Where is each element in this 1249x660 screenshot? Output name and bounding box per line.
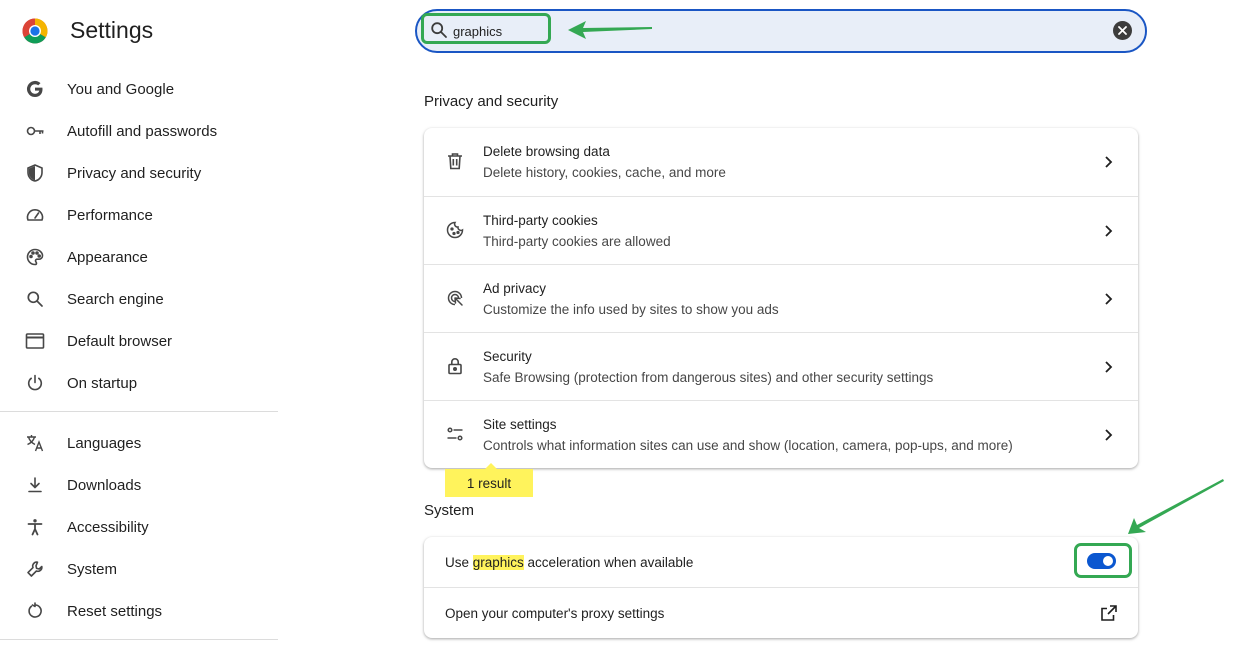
section-title-privacy: Privacy and security	[424, 93, 559, 110]
row-title: Delete browsing data	[483, 144, 610, 159]
system-card: Use graphics acceleration when available…	[424, 537, 1138, 638]
sidebar-item-downloads[interactable]: Downloads	[0, 464, 278, 506]
row-subtitle: Controls what information sites can use …	[483, 438, 1013, 453]
sidebar-item-label: Languages	[67, 434, 142, 452]
close-icon	[1118, 26, 1127, 35]
row-title: Site settings	[483, 417, 557, 432]
reset-icon	[24, 600, 46, 622]
sidebar-item-search-engine[interactable]: Search engine	[0, 278, 278, 320]
speedometer-icon	[24, 204, 46, 226]
sidebar-item-label: You and Google	[67, 80, 175, 98]
chevron-right-icon	[1105, 293, 1113, 305]
section-title-system: System	[424, 502, 475, 519]
graphics-acceleration-label: Use graphics acceleration when available	[445, 555, 693, 570]
sidebar-item-system[interactable]: System	[0, 548, 278, 590]
sidebar-item-autofill[interactable]: Autofill and passwords	[0, 110, 278, 152]
chevron-right-icon	[1105, 429, 1113, 441]
chevron-right-icon	[1105, 156, 1113, 168]
sidebar-item-label: Appearance	[67, 248, 148, 266]
row-ad-privacy[interactable]: Ad privacy Customize the info used by si…	[424, 264, 1138, 332]
sidebar-divider	[0, 411, 278, 412]
row-title: Third-party cookies	[483, 213, 598, 228]
row-title: Security	[483, 349, 532, 364]
trash-icon	[445, 151, 465, 171]
row-delete-browsing-data[interactable]: Delete browsing data Delete history, coo…	[424, 128, 1138, 196]
annotation-arrow	[1128, 479, 1224, 534]
chevron-right-icon	[1105, 361, 1113, 373]
external-link-icon[interactable]	[1100, 604, 1118, 622]
row-third-party-cookies[interactable]: Third-party cookies Third-party cookies …	[424, 196, 1138, 264]
row-security[interactable]: Security Safe Browsing (protection from …	[424, 332, 1138, 400]
sidebar-item-languages[interactable]: Languages	[0, 422, 278, 464]
privacy-card: Delete browsing data Delete history, coo…	[424, 128, 1138, 468]
proxy-settings-label: Open your computer's proxy settings	[445, 606, 665, 621]
search-result-badge: 1 result	[445, 463, 533, 497]
clear-search-button[interactable]	[1113, 21, 1132, 40]
ad-privacy-icon	[445, 288, 465, 308]
sidebar-item-label: Downloads	[67, 476, 142, 494]
palette-icon	[24, 246, 46, 268]
sidebar-item-appearance[interactable]: Appearance	[0, 236, 278, 278]
browser-window-icon	[24, 330, 46, 352]
sidebar-item-default-browser[interactable]: Default browser	[0, 320, 278, 362]
google-g-icon	[24, 78, 46, 100]
sidebar-item-accessibility[interactable]: Accessibility	[0, 506, 278, 548]
download-icon	[24, 474, 46, 496]
power-icon	[24, 372, 46, 394]
search-icon	[431, 22, 447, 38]
lock-icon	[445, 356, 465, 376]
sidebar-item-label: Privacy and security	[67, 164, 202, 182]
sidebar-item-you-and-google[interactable]: You and Google	[0, 68, 278, 110]
sidebar-item-label: Autofill and passwords	[67, 122, 218, 140]
row-subtitle: Safe Browsing (protection from dangerous…	[483, 370, 934, 385]
row-site-settings[interactable]: Site settings Controls what information …	[424, 400, 1138, 468]
sidebar-item-label: Reset settings	[67, 602, 163, 620]
sidebar-item-performance[interactable]: Performance	[0, 194, 278, 236]
sidebar-item-on-startup[interactable]: On startup	[0, 362, 278, 404]
row-proxy-settings[interactable]: Open your computer's proxy settings	[424, 587, 1138, 638]
translate-icon	[24, 432, 46, 454]
sidebar-item-label: Accessibility	[67, 518, 149, 536]
row-graphics-acceleration: Use graphics acceleration when available	[424, 537, 1138, 587]
page-title: Settings	[70, 17, 154, 43]
shield-icon	[24, 162, 46, 184]
cookie-icon	[445, 220, 465, 240]
sidebar-divider	[0, 639, 278, 640]
search-icon	[24, 288, 46, 310]
toggle-knob	[1103, 556, 1113, 566]
annotation-arrow	[568, 21, 652, 39]
label-suffix: acceleration when available	[523, 555, 694, 570]
row-title: Ad privacy	[483, 281, 547, 296]
row-subtitle: Customize the info used by sites to show…	[483, 302, 779, 317]
label-prefix: Use	[445, 555, 473, 570]
search-match-highlight: graphics	[472, 555, 524, 570]
sidebar-item-label: Search engine	[67, 290, 164, 308]
site-settings-icon	[445, 424, 465, 444]
sidebar-item-label: On startup	[67, 374, 138, 392]
sidebar-item-reset-settings[interactable]: Reset settings	[0, 590, 278, 632]
sidebar-item-privacy[interactable]: Privacy and security	[0, 152, 278, 194]
sidebar-item-label: System	[67, 560, 118, 578]
row-subtitle: Delete history, cookies, cache, and more	[483, 165, 726, 180]
sidebar-item-label: Performance	[67, 206, 153, 224]
accessibility-icon	[24, 516, 46, 538]
row-subtitle: Third-party cookies are allowed	[483, 234, 671, 249]
search-input[interactable]	[453, 21, 1093, 41]
chevron-right-icon	[1105, 225, 1113, 237]
sidebar-item-label: Default browser	[67, 332, 173, 350]
key-icon	[24, 120, 46, 142]
graphics-acceleration-toggle[interactable]	[1087, 553, 1116, 569]
wrench-icon	[24, 558, 46, 580]
chrome-logo-icon	[22, 18, 48, 44]
